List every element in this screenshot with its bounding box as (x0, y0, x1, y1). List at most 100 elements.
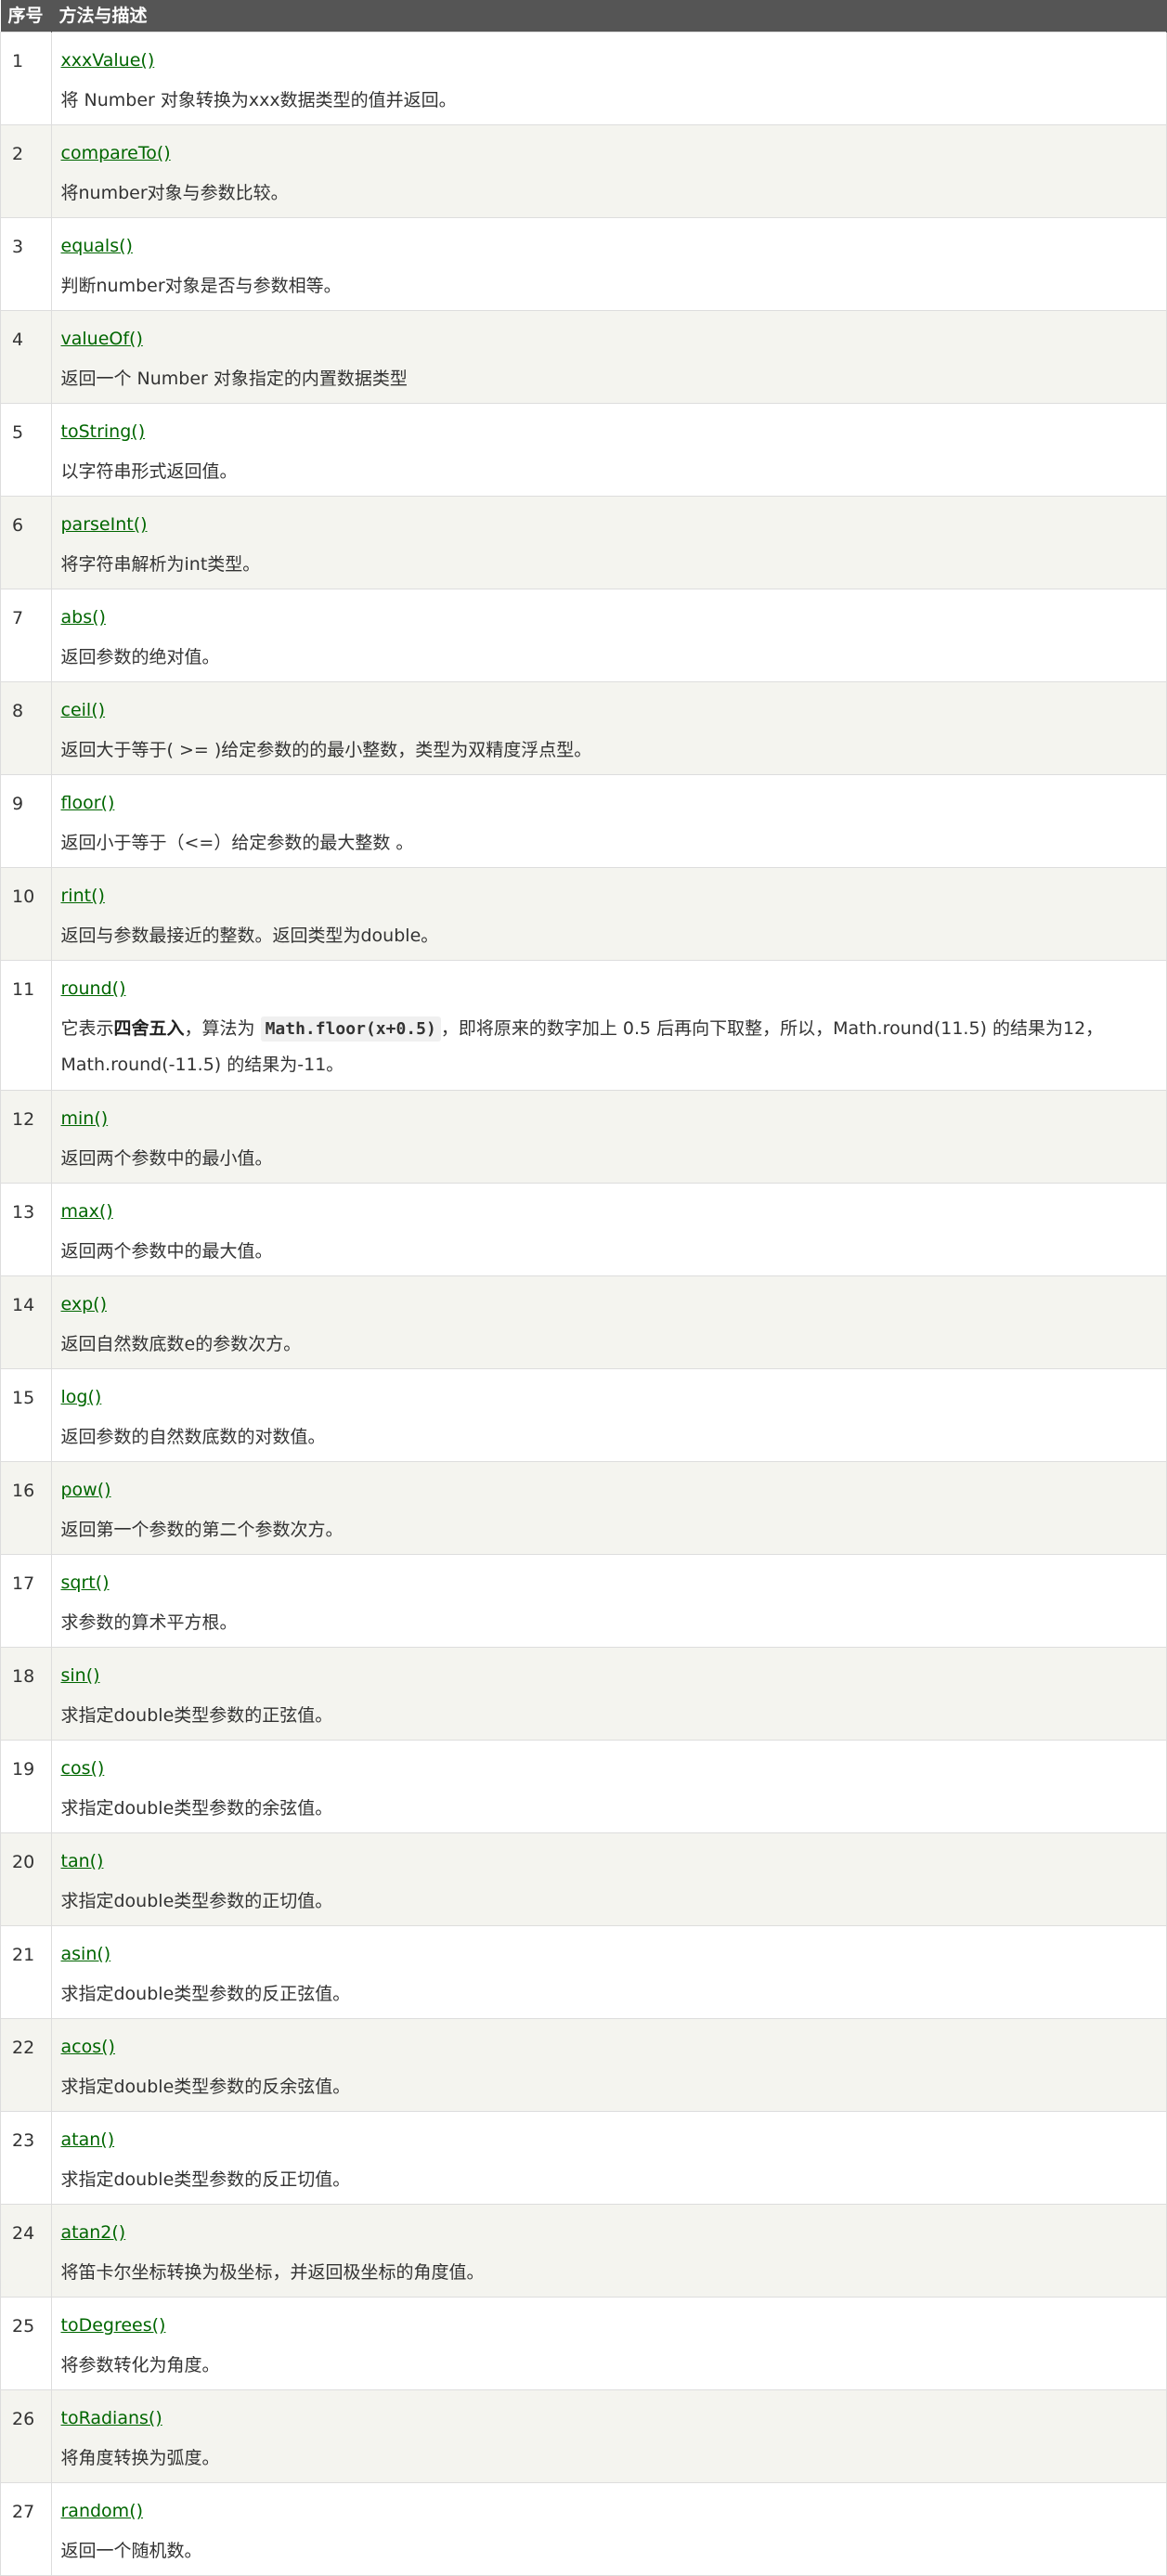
method-link[interactable]: parseInt() (61, 513, 148, 536)
method-description: 判断number对象是否与参数相等。 (60, 276, 342, 296)
row-number: 22 (0, 2018, 52, 2112)
method-description: 将 Number 对象转换为xxx数据类型的值并返回。 (60, 90, 457, 110)
table-row: 18 sin() 求指定double类型参数的正弦值。 (0, 1647, 1167, 1741)
method-link[interactable]: xxxValue() (61, 49, 155, 71)
table-row: 2 compareTo() 将number对象与参数比较。 (0, 124, 1167, 218)
method-link[interactable]: random() (61, 2500, 144, 2522)
row-number: 12 (0, 1090, 52, 1184)
method-description: 将参数转化为角度。 (60, 2355, 220, 2375)
table-row: 20 tan() 求指定double类型参数的正切值。 (0, 1832, 1167, 1926)
row-description-cell: pow() 返回第一个参数的第二个参数次方。 (50, 1461, 1167, 1555)
table-row: 27 random() 返回一个随机数。 (0, 2482, 1167, 2576)
header-col-num: 序号 (0, 0, 52, 32)
row-number: 7 (0, 589, 52, 682)
method-link[interactable]: log() (61, 1386, 102, 1408)
method-link[interactable]: exp() (61, 1293, 108, 1315)
method-link[interactable]: abs() (61, 606, 106, 628)
row-number: 11 (0, 960, 52, 1091)
method-description: 求指定double类型参数的余弦值。 (60, 1798, 333, 1819)
row-number: 14 (0, 1275, 52, 1369)
row-description-cell: atan2() 将笛卡尔坐标转换为极坐标，并返回极坐标的角度值。 (50, 2204, 1167, 2298)
table-row: 15 log() 返回参数的自然数底数的对数值。 (0, 1368, 1167, 1462)
row-number: 20 (0, 1832, 52, 1926)
row-number: 3 (0, 217, 52, 311)
table-row: 8 ceil() 返回大于等于( >= )给定参数的的最小整数，类型为双精度浮点型。 (0, 681, 1167, 775)
method-description: 它表示四舍五入，算法为 Math.floor(x+0.5) ，即将原来的数字加上 … (61, 1011, 1158, 1082)
method-link[interactable]: min() (61, 1107, 109, 1130)
row-description-cell: xxxValue() 将 Number 对象转换为xxx数据类型的值并返回。 (50, 32, 1167, 125)
description-text: 它表示 (60, 1018, 114, 1039)
method-link[interactable]: sin() (61, 1664, 100, 1687)
table-row: 6 parseInt() 将字符串解析为int类型。 (0, 496, 1167, 589)
method-description: 求指定double类型参数的反余弦值。 (60, 2077, 351, 2097)
table-row: 21 asin() 求指定double类型参数的反正弦值。 (0, 1925, 1167, 2019)
method-link[interactable]: ceil() (61, 699, 106, 721)
method-link[interactable]: floor() (61, 792, 115, 814)
row-description-cell: toRadians() 将角度转换为弧度。 (50, 2389, 1167, 2483)
method-link[interactable]: atan() (61, 2129, 115, 2151)
row-number: 5 (0, 403, 52, 497)
number-methods-table: 序号 方法与描述 1 xxxValue() 将 Number 对象转换为xxx数据类… (0, 0, 1167, 2576)
table-row: 24 atan2() 将笛卡尔坐标转换为极坐标，并返回极坐标的角度值。 (0, 2204, 1167, 2298)
table-row: 3 equals() 判断number对象是否与参数相等。 (0, 217, 1167, 311)
row-description-cell: sin() 求指定double类型参数的正弦值。 (50, 1647, 1167, 1741)
row-number: 26 (0, 2389, 52, 2483)
method-link[interactable]: valueOf() (61, 328, 143, 350)
method-link[interactable]: max() (61, 1200, 113, 1223)
row-description-cell: abs() 返回参数的绝对值。 (50, 589, 1167, 682)
method-link[interactable]: equals() (61, 235, 133, 257)
row-number: 27 (0, 2482, 52, 2576)
description-text: ，算法为 (184, 1018, 261, 1039)
table-row: 9 floor() 返回小于等于（<=）给定参数的最大整数 。 (0, 774, 1167, 868)
method-description: 以字符串形式返回值。 (60, 461, 238, 482)
table-row: 11 round() 它表示四舍五入，算法为 Math.floor(x+0.5) ，即… (0, 960, 1167, 1091)
table-row: 12 min() 返回两个参数中的最小值。 (0, 1090, 1167, 1184)
table-row: 1 xxxValue() 将 Number 对象转换为xxx数据类型的值并返回。 (0, 32, 1167, 125)
description-text: ，即将原来的数字加上 0.5 后再向下取整，所以，Math.round(11.5… (440, 1018, 1104, 1039)
method-link[interactable]: compareTo() (61, 142, 171, 164)
row-description-cell: valueOf() 返回一个 Number 对象指定的内置数据类型 (50, 310, 1167, 404)
method-link[interactable]: round() (61, 977, 126, 1000)
row-number: 1 (0, 32, 52, 125)
method-link[interactable]: atan2() (61, 2221, 126, 2244)
row-description-cell: compareTo() 将number对象与参数比较。 (50, 124, 1167, 218)
row-number: 10 (0, 867, 52, 961)
row-description-cell: floor() 返回小于等于（<=）给定参数的最大整数 。 (50, 774, 1167, 868)
method-link[interactable]: toDegrees() (61, 2314, 166, 2337)
method-link[interactable]: cos() (61, 1757, 105, 1780)
method-link[interactable]: pow() (61, 1479, 111, 1501)
row-description-cell: random() 返回一个随机数。 (50, 2482, 1167, 2576)
method-link[interactable]: toString() (61, 421, 146, 443)
method-description: 返回大于等于( >= )给定参数的的最小整数，类型为双精度浮点型。 (60, 740, 592, 760)
table-row: 13 max() 返回两个参数中的最大值。 (0, 1183, 1167, 1276)
method-description: 求参数的算术平方根。 (60, 1612, 238, 1633)
method-link[interactable]: rint() (61, 885, 105, 907)
method-description: 返回一个随机数。 (60, 2541, 202, 2561)
row-description-cell: sqrt() 求参数的算术平方根。 (50, 1554, 1167, 1648)
row-description-cell: parseInt() 将字符串解析为int类型。 (50, 496, 1167, 589)
method-description: 返回参数的绝对值。 (60, 647, 220, 667)
row-number: 9 (0, 774, 52, 868)
method-link[interactable]: tan() (61, 1850, 104, 1872)
row-number: 4 (0, 310, 52, 404)
table-row: 23 atan() 求指定double类型参数的反正切值。 (0, 2111, 1167, 2205)
method-description: 求指定double类型参数的正切值。 (60, 1891, 333, 1911)
row-description-cell: cos() 求指定double类型参数的余弦值。 (50, 1740, 1167, 1833)
method-description: 返回两个参数中的最大值。 (60, 1241, 273, 1262)
method-link[interactable]: sqrt() (61, 1572, 110, 1594)
table-row: 19 cos() 求指定double类型参数的余弦值。 (0, 1740, 1167, 1833)
header-col-desc: 方法与描述 (51, 0, 1167, 32)
method-link[interactable]: acos() (61, 2036, 115, 2058)
row-description-cell: min() 返回两个参数中的最小值。 (50, 1090, 1167, 1184)
table-row: 17 sqrt() 求参数的算术平方根。 (0, 1554, 1167, 1648)
row-number: 13 (0, 1183, 52, 1276)
table-row: 4 valueOf() 返回一个 Number 对象指定的内置数据类型 (0, 310, 1167, 404)
method-link[interactable]: toRadians() (61, 2407, 162, 2429)
method-link[interactable]: asin() (61, 1943, 111, 1965)
table-row: 16 pow() 返回第一个参数的第二个参数次方。 (0, 1461, 1167, 1555)
code-snippet: Math.floor(x+0.5) (260, 1016, 441, 1042)
method-description: 求指定double类型参数的反正弦值。 (60, 1984, 351, 2004)
row-description-cell: max() 返回两个参数中的最大值。 (50, 1183, 1167, 1276)
description-bold: 四舍五入 (113, 1018, 185, 1039)
row-description-cell: atan() 求指定double类型参数的反正切值。 (50, 2111, 1167, 2205)
